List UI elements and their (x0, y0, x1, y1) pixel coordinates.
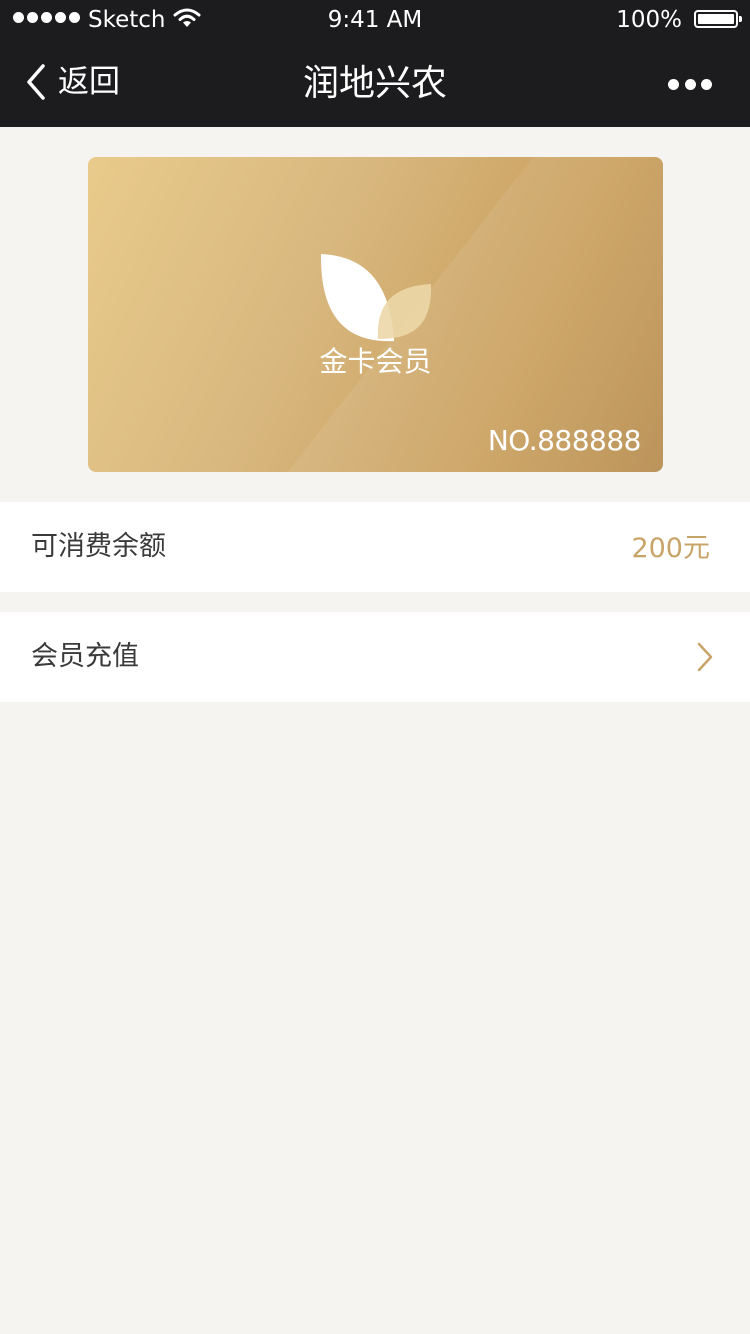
leaf-logo-icon (320, 254, 432, 342)
balance-label: 可消费余额 (31, 531, 166, 562)
back-button[interactable]: 返回 (24, 58, 120, 106)
battery-icon (694, 10, 742, 28)
more-button[interactable] (668, 72, 712, 96)
recharge-row[interactable]: 会员充值 (0, 612, 750, 702)
back-label: 返回 (58, 64, 120, 100)
balance-value: 200元 (631, 533, 710, 564)
membership-card[interactable]: 金卡会员 NO.888888 (88, 157, 663, 472)
chevron-right-icon (697, 642, 713, 672)
navigation-bar: Sketch 9:41 AM 100% 返回 润地兴农 (0, 0, 750, 127)
chevron-left-icon (27, 64, 45, 100)
card-number: NO.888888 (487, 424, 642, 457)
recharge-label: 会员充值 (31, 641, 139, 672)
balance-row: 可消费余额 200元 (0, 502, 750, 592)
card-tier-label: 金卡会员 (319, 345, 432, 378)
battery-percentage: 100% (616, 7, 682, 33)
more-dots-icon (668, 78, 679, 90)
status-bar: Sketch 9:41 AM 100% (0, 0, 750, 40)
